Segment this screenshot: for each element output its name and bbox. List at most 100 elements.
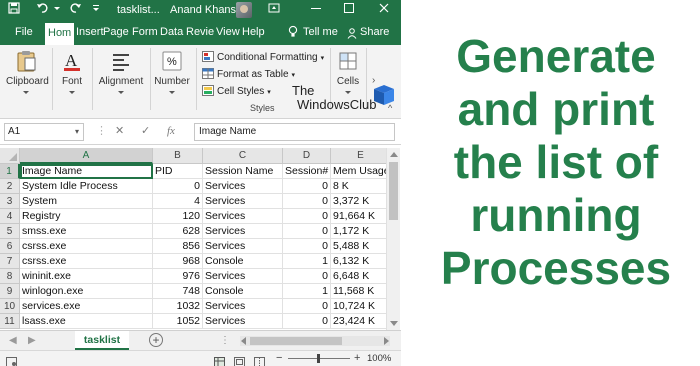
save-icon[interactable] (8, 2, 20, 18)
cell-styles-button[interactable]: Cell Styles ▾ (202, 85, 271, 99)
table-cell[interactable]: Services (203, 194, 283, 209)
table-cell[interactable]: 8 K (331, 179, 386, 194)
page-layout-view-icon[interactable] (234, 354, 245, 366)
table-cell[interactable]: 91,664 K (331, 209, 386, 224)
close-icon[interactable] (378, 2, 390, 18)
table-cell[interactable]: 976 (153, 269, 203, 284)
table-cell[interactable]: 0 (283, 269, 331, 284)
avatar[interactable] (236, 2, 252, 18)
undo-icon[interactable] (36, 2, 48, 18)
table-cell[interactable]: Console (203, 254, 283, 269)
row-header[interactable]: 2 (0, 179, 20, 194)
scroll-right-icon[interactable] (384, 337, 389, 345)
column-header-e[interactable]: E (331, 148, 386, 164)
select-all-button[interactable] (0, 148, 20, 164)
row-header[interactable]: 5 (0, 224, 20, 239)
table-cell[interactable]: 628 (153, 224, 203, 239)
table-cell[interactable]: 0 (283, 224, 331, 239)
row-header[interactable]: 6 (0, 239, 20, 254)
undo-dropdown-icon[interactable] (53, 2, 61, 18)
normal-view-icon[interactable] (214, 354, 225, 366)
table-cell[interactable]: 3,372 K (331, 194, 386, 209)
header-cell[interactable]: Session# (283, 164, 331, 179)
macro-record-icon[interactable] (6, 354, 17, 366)
table-cell[interactable]: winlogon.exe (20, 284, 153, 299)
table-cell[interactable]: 856 (153, 239, 203, 254)
column-header-a[interactable]: A (20, 148, 153, 164)
table-cell[interactable]: services.exe (20, 299, 153, 314)
share-icon[interactable] (347, 26, 357, 39)
table-cell[interactable]: 0 (283, 209, 331, 224)
row-header[interactable]: 7 (0, 254, 20, 269)
column-header-d[interactable]: D (283, 148, 331, 164)
column-header-b[interactable]: B (153, 148, 203, 164)
table-cell[interactable]: 1 (283, 254, 331, 269)
formula-input[interactable]: Image Name (194, 123, 395, 141)
table-cell[interactable]: 23,424 K (331, 314, 386, 329)
table-cell[interactable]: System Idle Process (20, 179, 153, 194)
number-button[interactable]: % Number (153, 49, 191, 95)
insert-function-icon[interactable]: fx (167, 124, 175, 138)
table-cell[interactable]: 0 (283, 314, 331, 329)
tab-file[interactable]: File (15, 25, 33, 39)
table-cell[interactable]: 0 (283, 239, 331, 254)
table-cell[interactable]: Services (203, 314, 283, 329)
page-break-view-icon[interactable] (254, 354, 265, 366)
zoom-level[interactable]: 100% (367, 353, 391, 365)
table-cell[interactable]: Services (203, 239, 283, 254)
tab-home[interactable]: Hom (45, 23, 75, 45)
table-cell[interactable]: 1032 (153, 299, 203, 314)
enter-icon[interactable]: ✓ (141, 124, 150, 138)
tell-me-search[interactable]: Tell me (303, 25, 338, 39)
cells-button[interactable]: Cells (334, 49, 362, 95)
row-header[interactable]: 3 (0, 194, 20, 209)
ribbon-display-icon[interactable] (268, 2, 280, 18)
lightbulb-icon[interactable] (288, 25, 298, 38)
tab-review[interactable]: Revie (186, 25, 214, 39)
scroll-thumb[interactable] (389, 162, 398, 220)
row-header[interactable]: 8 (0, 269, 20, 284)
tab-help[interactable]: Help (242, 25, 265, 39)
font-button[interactable]: A Font (57, 49, 87, 95)
table-cell[interactable]: 10,724 K (331, 299, 386, 314)
table-cell[interactable]: 968 (153, 254, 203, 269)
name-box[interactable]: A1 ▾ (4, 123, 84, 141)
tab-data[interactable]: Data (160, 25, 183, 39)
table-cell[interactable]: 0 (153, 179, 203, 194)
header-cell[interactable]: Image Name (20, 164, 153, 179)
scroll-thumb[interactable] (250, 337, 342, 345)
table-cell[interactable]: Registry (20, 209, 153, 224)
table-cell[interactable]: Services (203, 179, 283, 194)
horizontal-scrollbar[interactable] (240, 336, 390, 346)
table-cell[interactable]: Services (203, 224, 283, 239)
sheet-prev-icon[interactable]: ◀ (9, 335, 17, 347)
row-header[interactable]: 9 (0, 284, 20, 299)
table-cell[interactable]: System (20, 194, 153, 209)
maximize-icon[interactable] (343, 2, 355, 18)
table-cell[interactable]: 1 (283, 284, 331, 299)
header-cell[interactable]: Mem Usage (331, 164, 386, 179)
zoom-in-button[interactable]: + (354, 352, 360, 364)
sheet-next-icon[interactable]: ▶ (28, 335, 36, 347)
redo-icon[interactable] (70, 2, 82, 18)
table-cell[interactable]: 4 (153, 194, 203, 209)
scroll-down-icon[interactable] (390, 321, 398, 326)
scroll-left-icon[interactable] (241, 337, 246, 345)
table-cell[interactable]: Services (203, 269, 283, 284)
table-cell[interactable]: Services (203, 299, 283, 314)
add-sheet-button[interactable]: + (149, 333, 163, 347)
clipboard-button[interactable]: Clipboard (6, 49, 49, 95)
scroll-up-icon[interactable] (390, 152, 398, 157)
column-header-c[interactable]: C (203, 148, 283, 164)
tab-page-layout[interactable]: Page (103, 25, 129, 39)
tab-view[interactable]: View (216, 25, 240, 39)
table-cell[interactable]: smss.exe (20, 224, 153, 239)
table-cell[interactable]: csrss.exe (20, 239, 153, 254)
header-cell[interactable]: Session Name (203, 164, 283, 179)
table-cell[interactable]: 6,648 K (331, 269, 386, 284)
table-cell[interactable]: wininit.exe (20, 269, 153, 284)
table-cell[interactable]: lsass.exe (20, 314, 153, 329)
tab-formulas[interactable]: Form (132, 25, 158, 39)
header-cell[interactable]: PID (153, 164, 203, 179)
chevron-down-icon[interactable]: ▾ (75, 124, 79, 140)
